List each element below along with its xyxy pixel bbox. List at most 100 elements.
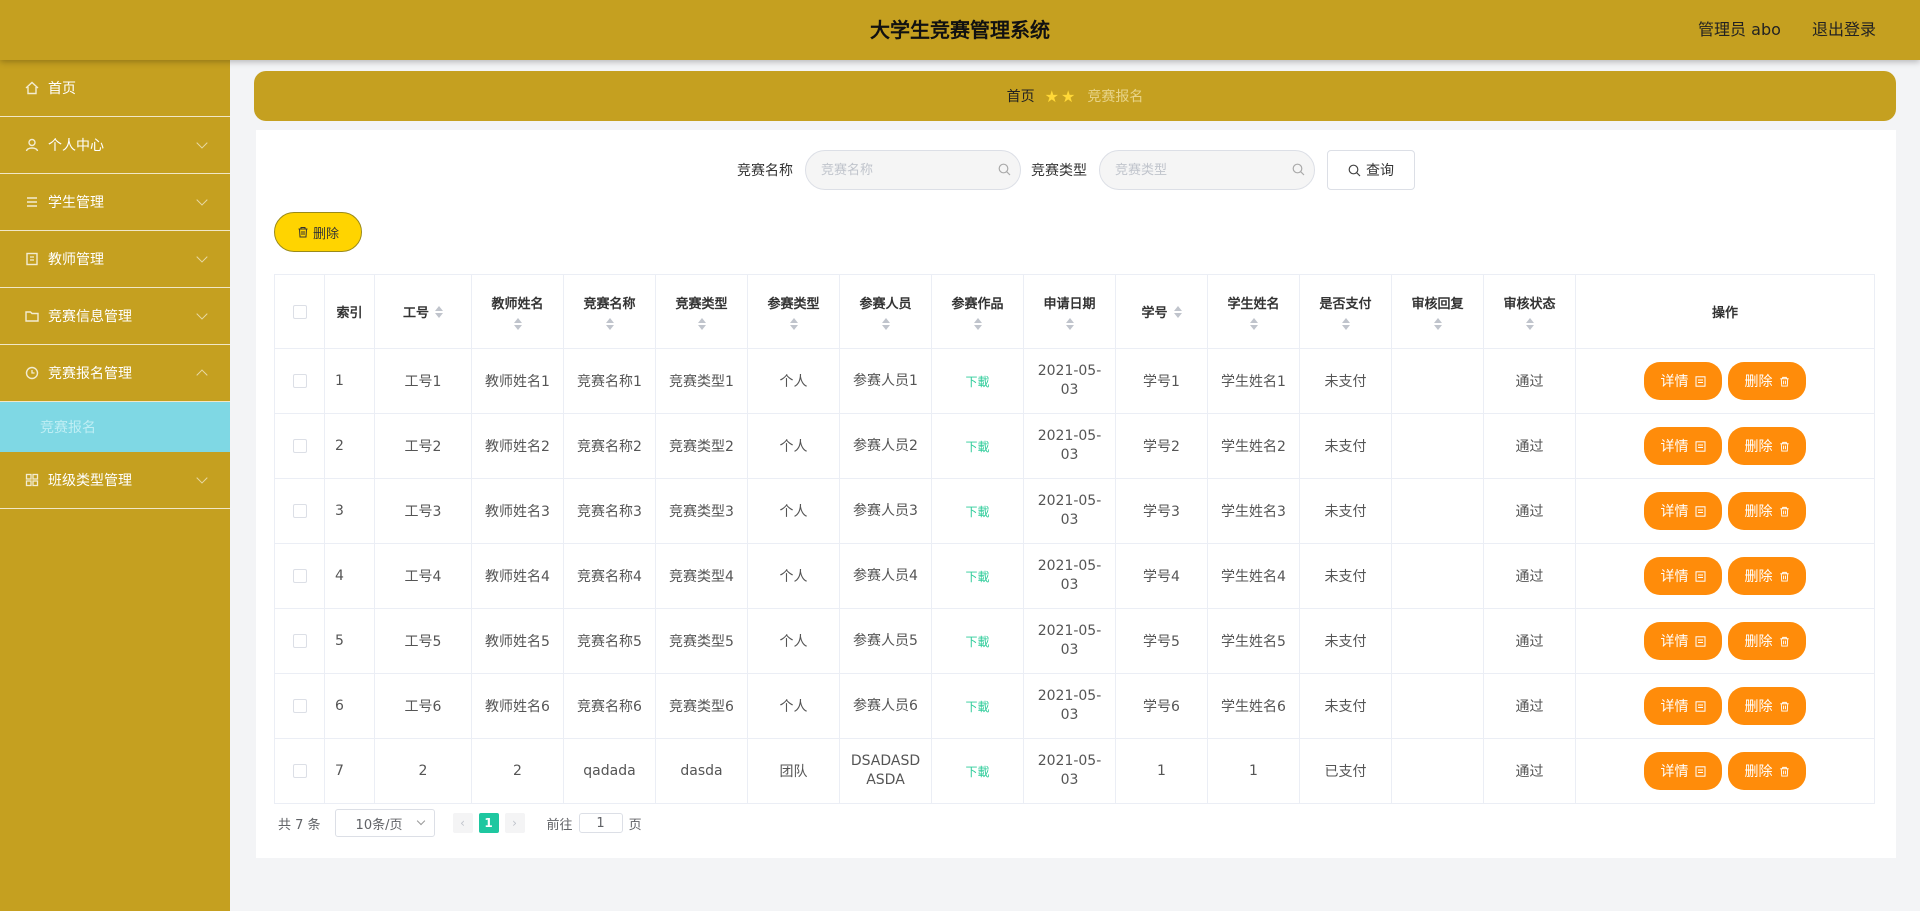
breadcrumb-current: 竞赛报名 [1087, 89, 1144, 105]
download-link[interactable]: 下載 [965, 570, 989, 584]
bulk-delete-button[interactable]: 删除 [274, 212, 362, 252]
detail-button[interactable]: 详情 [1644, 752, 1722, 790]
competition-name: 竞赛名称6 [577, 699, 642, 715]
cell-competition-type: 竞赛类型5 [655, 608, 748, 674]
select-all-checkbox[interactable] [292, 304, 307, 319]
page-size-value: 10条/页 [355, 817, 403, 833]
logout-link[interactable]: 退出登录 [1812, 20, 1876, 39]
cell-paid-status: 未支付 [1299, 608, 1392, 674]
sort-icon[interactable] [513, 318, 522, 330]
sort-icon[interactable] [435, 305, 443, 318]
row-checkbox[interactable] [292, 439, 307, 453]
col-student-no[interactable]: 学号 [1115, 274, 1208, 349]
breadcrumb-home[interactable]: 首页 [1007, 86, 1035, 106]
cell-download-link: 下載 [931, 348, 1024, 414]
row-checkbox[interactable] [292, 569, 307, 583]
col-work[interactable]: 参赛作品 [931, 274, 1024, 349]
sort-icon[interactable] [1341, 318, 1350, 330]
cell-members: 参赛人员4 [839, 543, 932, 609]
col-competition-name[interactable]: 竞赛名称 [563, 274, 656, 349]
row-delete-button[interactable]: 删除 [1728, 492, 1806, 530]
paid-status: 未支付 [1324, 569, 1367, 585]
cell-entry-type: 个人 [747, 478, 840, 544]
row-checkbox[interactable] [292, 764, 307, 778]
row-delete-button[interactable]: 删除 [1728, 427, 1806, 465]
cell-review-reply [1391, 543, 1484, 609]
row-delete-button[interactable]: 删除 [1728, 557, 1806, 595]
sidebar-item-teacher-management[interactable]: 教师管理 [0, 231, 230, 288]
download-link[interactable]: 下載 [965, 765, 989, 779]
col-competition-type[interactable]: 竞赛类型 [655, 274, 748, 349]
sort-icon[interactable] [697, 318, 706, 330]
cell-teacher-name: 教师姓名1 [471, 348, 564, 414]
detail-button[interactable]: 详情 [1644, 362, 1722, 400]
download-link[interactable]: 下載 [965, 700, 989, 714]
table-row: 3 工号3 教师姓名3 竞赛名称3 竞赛类型3 个人 参赛人员3 下載 2021-05-03 学号… [274, 478, 1875, 544]
competition-name: 竞赛名称5 [577, 634, 642, 650]
download-link[interactable]: 下載 [965, 375, 989, 389]
competition-type-input[interactable] [1099, 150, 1315, 190]
sort-icon[interactable] [1065, 318, 1074, 330]
sidebar-item-personal-center[interactable]: 个人中心 [0, 117, 230, 174]
col-members[interactable]: 参赛人员 [839, 274, 932, 349]
goto-page-input[interactable] [578, 813, 623, 833]
cell-paid-status: 未支付 [1299, 543, 1392, 609]
sidebar-subitem-registration[interactable]: 竞赛报名 [0, 402, 230, 452]
cell-members: 参赛人员2 [839, 413, 932, 479]
row-checkbox[interactable] [292, 699, 307, 713]
detail-button[interactable]: 详情 [1644, 687, 1722, 725]
sort-icon[interactable] [1249, 318, 1258, 330]
cell-actions: 详情 删除 [1575, 413, 1875, 479]
col-date[interactable]: 申请日期 [1023, 274, 1116, 349]
page-number[interactable]: 1 [478, 813, 499, 833]
query-button[interactable]: 查询 [1327, 150, 1415, 190]
sidebar-item-competition-info[interactable]: 竞赛信息管理 [0, 288, 230, 345]
detail-button[interactable]: 详情 [1644, 557, 1722, 595]
row-checkbox[interactable] [292, 374, 307, 388]
admin-user-label[interactable]: 管理员 abo [1698, 20, 1781, 39]
col-student-name[interactable]: 学生姓名 [1207, 274, 1300, 349]
col-teacher-name[interactable]: 教师姓名 [471, 274, 564, 349]
row-checkbox[interactable] [292, 504, 307, 518]
student-name: 学生姓名4 [1221, 569, 1286, 585]
row-index: 7 [335, 763, 344, 779]
sidebar-item-student-management[interactable]: 学生管理 [0, 174, 230, 231]
student-name: 学生姓名1 [1221, 374, 1286, 390]
col-staff-no[interactable]: 工号 [374, 274, 472, 349]
col-label: 学生姓名 [1227, 297, 1280, 312]
sort-icon[interactable] [1173, 305, 1182, 318]
sidebar-item-class-type-management[interactable]: 班级类型管理 [0, 452, 230, 509]
sort-icon[interactable] [1433, 318, 1442, 330]
row-delete-button[interactable]: 删除 [1728, 622, 1806, 660]
download-link[interactable]: 下載 [965, 505, 989, 519]
row-delete-button[interactable]: 删除 [1728, 752, 1806, 790]
row-delete-button[interactable]: 删除 [1728, 362, 1806, 400]
download-link[interactable]: 下載 [965, 635, 989, 649]
col-status[interactable]: 审核状态 [1483, 274, 1576, 349]
detail-button[interactable]: 详情 [1644, 492, 1722, 530]
prev-page-button[interactable]: ‹ [452, 813, 473, 833]
col-reply[interactable]: 审核回复 [1391, 274, 1484, 349]
sort-icon[interactable] [973, 318, 982, 330]
next-page-button[interactable]: › [504, 813, 525, 833]
sort-icon[interactable] [1525, 318, 1534, 330]
sort-icon[interactable] [605, 318, 614, 330]
detail-button[interactable]: 详情 [1644, 622, 1722, 660]
row-checkbox[interactable] [292, 634, 307, 648]
download-link[interactable]: 下載 [965, 440, 989, 454]
cell-teacher-name: 教师姓名3 [471, 478, 564, 544]
apply-date: 2021-05-03 [1037, 623, 1102, 658]
sort-icon[interactable] [881, 318, 890, 330]
sidebar-item-home[interactable]: 首页 [0, 60, 230, 117]
col-entry-type[interactable]: 参赛类型 [747, 274, 840, 349]
competition-name-input[interactable] [805, 150, 1021, 190]
apply-date: 2021-05-03 [1037, 363, 1102, 398]
sidebar-item-registration-management[interactable]: 竞赛报名管理 [0, 345, 230, 402]
app-title: 大学生竞赛管理系统 [870, 18, 1050, 42]
detail-button[interactable]: 详情 [1644, 427, 1722, 465]
row-delete-button[interactable]: 删除 [1728, 687, 1806, 725]
page-size-select[interactable]: 10条/页 [334, 809, 435, 837]
cell-student-no: 学号1 [1115, 348, 1208, 414]
col-paid[interactable]: 是否支付 [1299, 274, 1392, 349]
sort-icon[interactable] [789, 318, 798, 330]
